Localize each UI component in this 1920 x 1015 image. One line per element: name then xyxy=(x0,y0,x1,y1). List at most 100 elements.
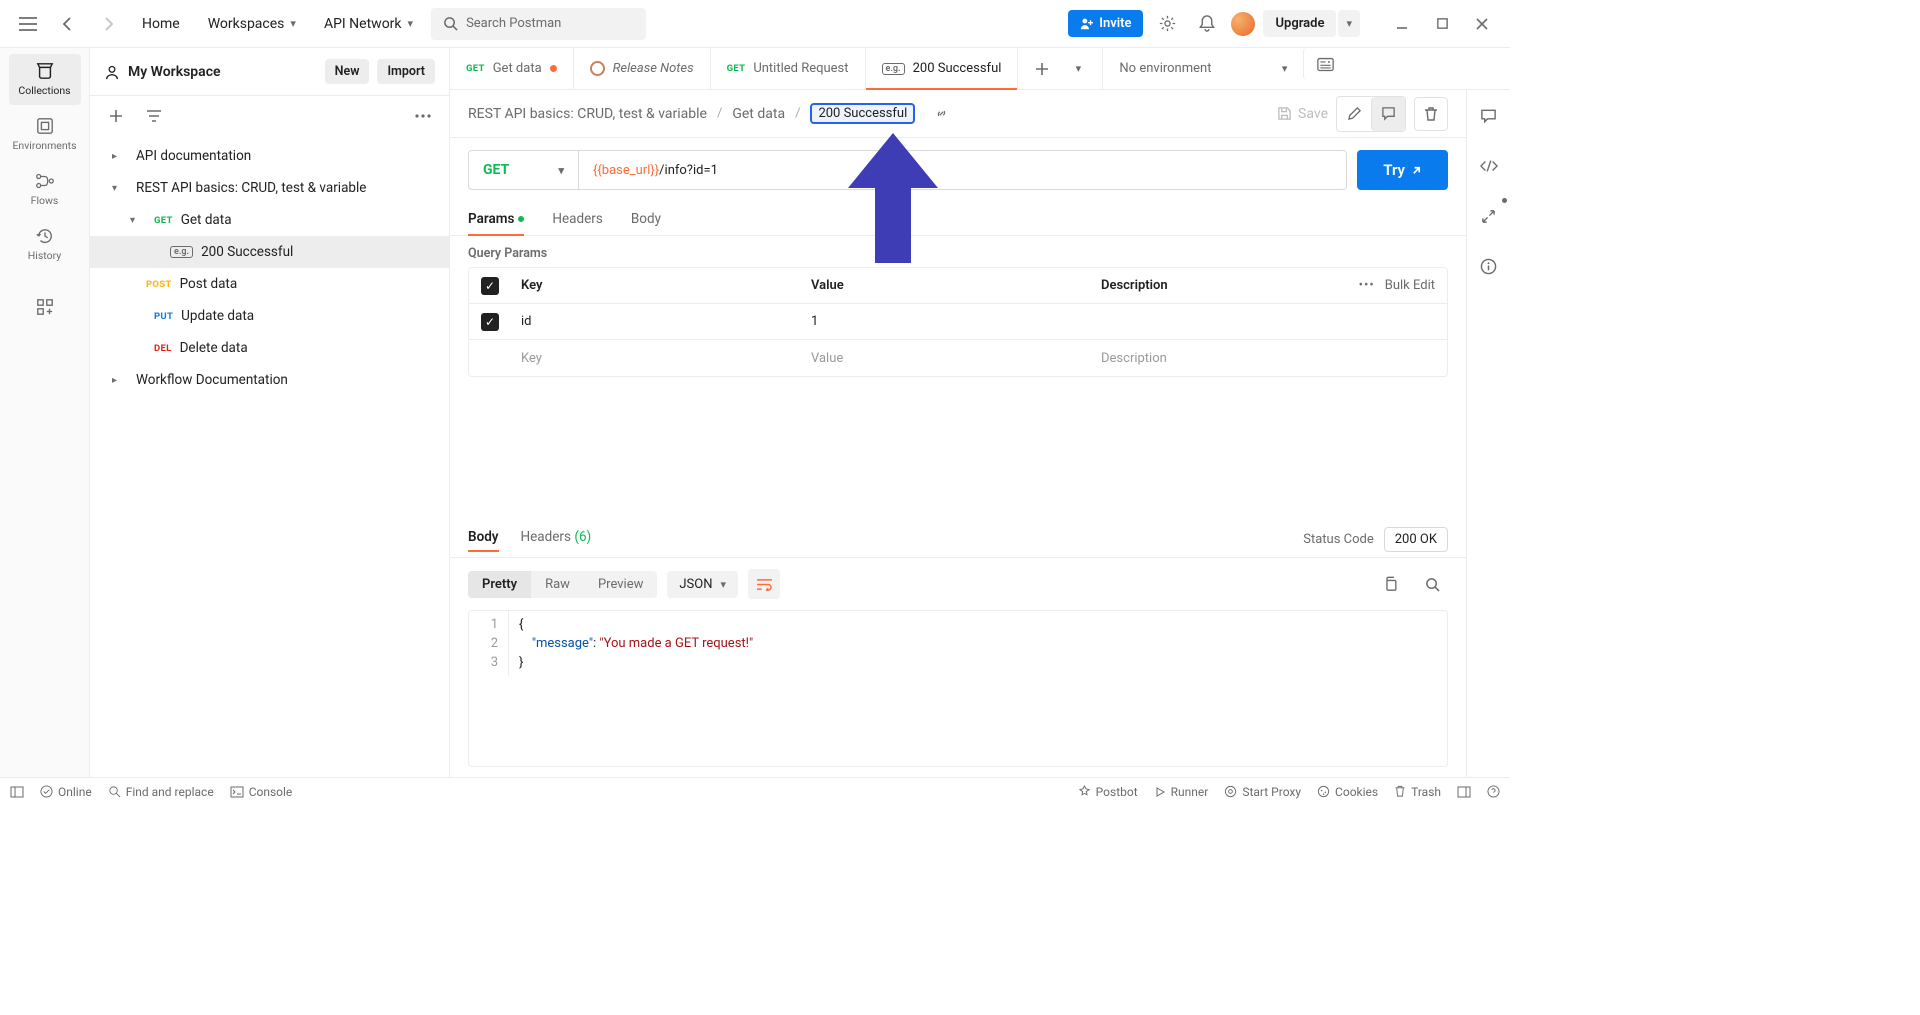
table-row-new: Key Value Description xyxy=(469,340,1447,376)
menu-icon[interactable] xyxy=(12,8,44,40)
nav-apinetwork[interactable]: API Network▾ xyxy=(314,10,423,38)
close-window-icon[interactable] xyxy=(1466,8,1498,40)
find-icon xyxy=(108,785,121,798)
indicator-dot-icon xyxy=(518,216,524,222)
nav-collections[interactable]: Collections xyxy=(9,54,81,105)
table-row: ✓ id 1 xyxy=(469,304,1447,340)
sb-find[interactable]: Find and replace xyxy=(108,785,214,799)
env-quicklook-icon[interactable] xyxy=(1303,48,1347,80)
sb-trash[interactable]: Trash xyxy=(1394,785,1441,799)
sb-runner[interactable]: Runner xyxy=(1154,785,1209,799)
tab-untitled[interactable]: GETUntitled Request xyxy=(711,48,866,89)
copy-icon[interactable] xyxy=(1374,568,1406,600)
comments-icon[interactable] xyxy=(1473,100,1505,132)
grid-plus-icon xyxy=(36,298,54,316)
sb-layout-icon[interactable] xyxy=(10,786,24,798)
tab-release-notes[interactable]: Release Notes xyxy=(574,48,711,89)
sb-postbot[interactable]: Postbot xyxy=(1078,785,1138,799)
upgrade-button[interactable]: Upgrade xyxy=(1263,10,1336,37)
breadcrumb-root[interactable]: REST API basics: CRUD, test & variable xyxy=(468,106,707,122)
tree-folder-api-documentation[interactable]: ▸API documentation xyxy=(90,140,449,172)
filter-icon[interactable] xyxy=(138,100,170,132)
forward-icon[interactable] xyxy=(92,8,124,40)
info-icon[interactable] xyxy=(1473,250,1505,282)
history-icon xyxy=(36,227,54,245)
param-key-input[interactable]: Key xyxy=(511,340,801,376)
delete-icon[interactable] xyxy=(1414,97,1448,131)
tree-folder-workflow-doc[interactable]: ▸Workflow Documentation xyxy=(90,364,449,396)
link-icon[interactable] xyxy=(925,98,957,130)
search-response-icon[interactable] xyxy=(1416,568,1448,600)
tree-request-post-data[interactable]: POSTPost data xyxy=(90,268,449,300)
upgrade-dropdown[interactable]: ▾ xyxy=(1338,10,1360,37)
nav-flows[interactable]: Flows xyxy=(9,164,81,215)
nav-workspaces[interactable]: Workspaces▾ xyxy=(198,10,306,38)
tab-get-data[interactable]: GETGet data xyxy=(450,48,574,89)
tree-example-200[interactable]: e.g.200 Successful xyxy=(90,236,449,268)
sb-cookies[interactable]: Cookies xyxy=(1317,785,1378,799)
notifications-icon[interactable] xyxy=(1191,8,1223,40)
param-desc-input[interactable]: Description xyxy=(1091,340,1347,376)
save-button[interactable]: Save xyxy=(1277,106,1328,122)
tree-request-get-data[interactable]: ▾GETGet data xyxy=(90,204,449,236)
breadcrumb-mid[interactable]: Get data xyxy=(732,106,785,122)
new-button[interactable]: New xyxy=(325,59,370,84)
format-selector[interactable]: JSON▾ xyxy=(667,571,738,598)
expand-icon[interactable] xyxy=(1473,200,1505,232)
sb-proxy[interactable]: Start Proxy xyxy=(1224,785,1301,799)
new-tab-icon[interactable] xyxy=(1026,53,1058,85)
settings-icon[interactable] xyxy=(1151,8,1183,40)
back-icon[interactable] xyxy=(52,8,84,40)
response-body[interactable]: 1{ 2 "message": "You made a GET request!… xyxy=(468,610,1448,767)
nav-history[interactable]: History xyxy=(9,219,81,270)
tree-request-delete-data[interactable]: DELDelete data xyxy=(90,332,449,364)
nav-home[interactable]: Home xyxy=(132,10,190,38)
response-tab-headers[interactable]: Headers (6) xyxy=(521,529,592,551)
param-value-input[interactable]: 1 xyxy=(801,304,1091,339)
row-options-icon[interactable]: ••• xyxy=(1359,278,1375,293)
bulk-edit-link[interactable]: Bulk Edit xyxy=(1385,278,1435,293)
sb-online[interactable]: Online xyxy=(40,785,92,799)
avatar[interactable] xyxy=(1231,12,1255,36)
nav-environments[interactable]: Environments xyxy=(9,109,81,160)
tree-request-update-data[interactable]: PUTUpdate data xyxy=(90,300,449,332)
minimize-icon[interactable] xyxy=(1386,8,1418,40)
subtab-params[interactable]: Params xyxy=(468,211,524,235)
view-raw[interactable]: Raw xyxy=(531,571,584,598)
nav-configure[interactable] xyxy=(9,290,81,324)
subtab-headers[interactable]: Headers xyxy=(552,211,602,235)
sb-console[interactable]: Console xyxy=(230,785,293,799)
edit-icon[interactable] xyxy=(1337,97,1371,131)
method-selector[interactable]: GET▾ xyxy=(469,151,579,189)
select-all-checkbox[interactable]: ✓ xyxy=(481,277,499,295)
param-value-input[interactable]: Value xyxy=(801,340,1091,376)
param-key-input[interactable]: id xyxy=(511,304,801,339)
invite-button[interactable]: Invite xyxy=(1068,10,1143,37)
wrap-lines-icon[interactable] xyxy=(748,569,780,599)
view-pretty[interactable]: Pretty xyxy=(468,571,531,598)
collections-icon xyxy=(35,62,55,80)
sb-help-icon[interactable] xyxy=(1487,785,1500,799)
tab-200-successful[interactable]: e.g.200 Successful xyxy=(866,48,1019,89)
environment-selector[interactable]: No environment▾ xyxy=(1103,48,1303,89)
import-button[interactable]: Import xyxy=(377,59,435,84)
comment-mode-icon[interactable] xyxy=(1371,97,1405,131)
response-tab-body[interactable]: Body xyxy=(468,529,499,551)
url-input[interactable]: {{base_url}}/info?id=1 xyxy=(579,151,1346,189)
view-preview[interactable]: Preview xyxy=(584,571,657,598)
code-icon[interactable] xyxy=(1473,150,1505,182)
row-checkbox[interactable]: ✓ xyxy=(481,313,499,331)
tab-options-icon[interactable]: ▾ xyxy=(1062,53,1094,85)
sb-two-pane-icon[interactable] xyxy=(1457,785,1471,799)
tree-folder-rest-basics[interactable]: ▾REST API basics: CRUD, test & variable xyxy=(90,172,449,204)
environments-icon xyxy=(36,117,54,135)
status-code-value[interactable]: 200 OK xyxy=(1384,527,1448,552)
subtab-body[interactable]: Body xyxy=(631,211,661,235)
breadcrumb-leaf-editable[interactable]: 200 Successful xyxy=(810,103,915,124)
maximize-icon[interactable] xyxy=(1426,8,1458,40)
try-button[interactable]: Try xyxy=(1357,150,1448,190)
param-desc-input[interactable] xyxy=(1091,304,1347,339)
more-options-icon[interactable] xyxy=(407,100,439,132)
search-input[interactable]: Search Postman xyxy=(431,8,646,40)
create-icon[interactable] xyxy=(100,100,132,132)
